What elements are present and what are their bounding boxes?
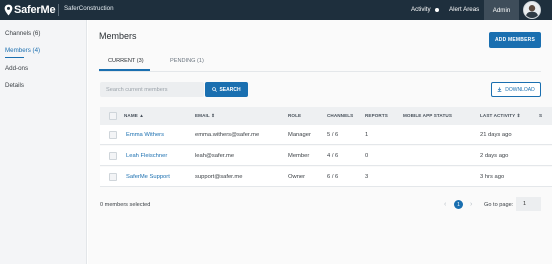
- select-all-checkbox[interactable]: [109, 112, 117, 120]
- column-header-status: S: [539, 113, 543, 118]
- member-role: Owner: [288, 174, 306, 180]
- member-name-link[interactable]: Emma Withers: [126, 132, 164, 138]
- download-button[interactable]: DOWNLOAD: [491, 82, 541, 97]
- member-email: emma.withers@safer.me: [195, 132, 260, 138]
- selected-count: 0 members selected: [100, 202, 151, 208]
- brand-name: SaferMe: [14, 4, 56, 16]
- member-last-activity: 21 days ago: [480, 132, 512, 138]
- search-button-label: SEARCH: [219, 86, 241, 93]
- member-channels: 6 / 6: [327, 174, 339, 180]
- sidebar-item-add-ons[interactable]: Add-ons: [5, 65, 28, 72]
- map-pin-icon: [4, 4, 13, 16]
- nav-activity-label: Activity: [411, 6, 431, 13]
- search-icon: [212, 87, 218, 92]
- table-row[interactable]: Emma Withers emma.withers@safer.me Manag…: [100, 125, 552, 145]
- column-header-reports: REPORTS: [365, 113, 388, 118]
- member-name-link[interactable]: SaferMe Support: [126, 174, 170, 180]
- column-header-last-activity[interactable]: LAST ACTIVITY ⇕: [480, 113, 521, 119]
- sidebar-item-details[interactable]: Details: [5, 82, 24, 89]
- column-header-email[interactable]: EMAIL ⇕: [195, 113, 215, 119]
- table-row[interactable]: Leah Fleischner leah@safer.me Member 4 /…: [100, 146, 552, 166]
- download-button-label: DOWNLOAD: [505, 86, 535, 93]
- member-channels: 4 / 6: [327, 153, 339, 159]
- organization-name[interactable]: SaferConstruction: [64, 5, 114, 12]
- activity-dot-icon: [434, 7, 439, 12]
- main-content: Members ADD MEMBERS CURRENT (3) PENDING …: [88, 20, 552, 264]
- goto-page-label: Go to page:: [484, 202, 514, 208]
- column-header-channels: CHANNELS: [327, 113, 354, 118]
- tab-current[interactable]: CURRENT (3): [108, 58, 144, 64]
- nav-admin[interactable]: Admin: [484, 0, 519, 20]
- sidebar: Channels (6) Members (4) Add-ons Details: [0, 20, 87, 264]
- column-header-mobile-app-status: MOBILE APP STATUS: [403, 113, 452, 118]
- search-input[interactable]: [100, 82, 204, 97]
- brand-logo[interactable]: SaferMe: [4, 3, 56, 17]
- member-reports: 1: [365, 132, 369, 138]
- sidebar-active-indicator: [5, 57, 24, 58]
- column-header-name[interactable]: NAME ▲: [124, 113, 144, 118]
- nav-alert-areas[interactable]: Alert Areas: [449, 6, 479, 13]
- goto-page-input[interactable]: [516, 197, 541, 211]
- member-reports: 3: [365, 174, 369, 180]
- member-name-link[interactable]: Leah Fleischner: [126, 153, 167, 159]
- header-divider: [58, 4, 59, 16]
- pagination-page-button[interactable]: 1: [454, 200, 463, 209]
- row-checkbox[interactable]: [109, 152, 117, 160]
- search-button[interactable]: SEARCH: [205, 82, 248, 97]
- tab-pending[interactable]: PENDING (1): [170, 58, 204, 64]
- add-members-button[interactable]: ADD MEMBERS: [489, 32, 541, 48]
- member-role: Member: [288, 153, 310, 159]
- row-checkbox[interactable]: [109, 173, 117, 181]
- sidebar-item-members[interactable]: Members (4): [5, 47, 40, 54]
- page-title: Members: [99, 31, 137, 41]
- member-email: support@safer.me: [195, 174, 243, 180]
- tabs-divider: [99, 71, 541, 72]
- chevron-left-icon[interactable]: ‹: [444, 201, 446, 208]
- nav-activity[interactable]: Activity: [411, 6, 439, 13]
- table-header: NAME ▲ EMAIL ⇕ ROLE CHANNELS REPORTS MOB…: [100, 107, 552, 125]
- column-header-role: ROLE: [288, 113, 302, 118]
- download-icon: [497, 87, 502, 92]
- avatar[interactable]: [523, 1, 541, 19]
- sidebar-item-channels[interactable]: Channels (6): [5, 30, 40, 37]
- row-checkbox[interactable]: [109, 131, 117, 139]
- member-last-activity: 2 days ago: [480, 153, 509, 159]
- member-role: Manager: [288, 132, 311, 138]
- table-row[interactable]: SaferMe Support support@safer.me Owner 6…: [100, 167, 552, 187]
- top-bar: SaferMe SaferConstruction Activity Alert…: [0, 0, 552, 20]
- member-email: leah@safer.me: [195, 153, 235, 159]
- avatar-icon: [524, 2, 540, 18]
- active-tab-indicator: [99, 69, 150, 71]
- member-last-activity: 3 hrs ago: [480, 174, 505, 180]
- chevron-right-icon[interactable]: ›: [470, 201, 472, 208]
- member-channels: 5 / 6: [327, 132, 339, 138]
- member-reports: 0: [365, 153, 369, 159]
